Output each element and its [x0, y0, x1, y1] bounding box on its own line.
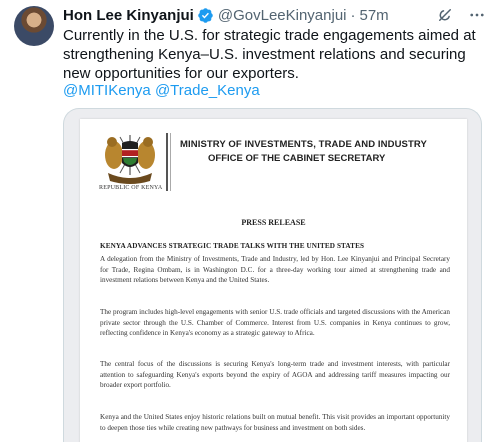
press-paragraph: The program includes high-level engageme…: [100, 308, 450, 337]
author-handle[interactable]: @GovLeeKinyanjui: [218, 7, 347, 24]
avatar[interactable]: [14, 6, 54, 46]
ministry-title: MINISTRY OF INVESTMENTS, TRADE AND INDUS…: [180, 139, 427, 150]
press-release-label: PRESS RELEASE: [241, 218, 306, 227]
verified-badge-icon: [197, 7, 214, 24]
tweet-mentions: @MITIKenya @Trade_Kenya: [63, 81, 260, 100]
press-paragraph: A delegation from the Ministry of Invest…: [100, 255, 450, 284]
mention-link[interactable]: @MITIKenya: [63, 82, 151, 99]
header-actions: [436, 4, 486, 26]
tweet-media[interactable]: REPUBLIC OF KENYA MINISTRY OF INVESTMENT…: [63, 108, 482, 442]
author-name[interactable]: Hon Lee Kinyanjui: [63, 7, 194, 24]
tweet-header: Hon Lee Kinyanjui @GovLeeKinyanjui · 57m: [63, 4, 486, 26]
more-icon[interactable]: [468, 6, 486, 24]
kenya-coat-of-arms-icon: [100, 131, 160, 189]
divider: [166, 133, 168, 191]
tweet-text: Currently in the U.S. for strategic trad…: [63, 27, 476, 82]
press-headline: KENYA ADVANCES STRATEGIC TRADE TALKS WIT…: [100, 242, 365, 250]
divider: [170, 133, 171, 191]
office-title: OFFICE OF THE CABINET SECRETARY: [208, 153, 386, 164]
grok-icon[interactable]: [436, 6, 454, 24]
tweet-timestamp[interactable]: 57m: [360, 7, 389, 24]
mention-link[interactable]: @Trade_Kenya: [155, 82, 260, 99]
press-release-document: REPUBLIC OF KENYA MINISTRY OF INVESTMENT…: [80, 119, 467, 442]
separator-dot: ·: [350, 6, 356, 24]
press-paragraph: The central focus of the discussions is …: [100, 360, 450, 389]
tweet: Hon Lee Kinyanjui @GovLeeKinyanjui · 57m: [0, 0, 500, 442]
press-paragraph: Kenya and the United States enjoy histor…: [100, 413, 450, 432]
emblem-caption: REPUBLIC OF KENYA: [99, 185, 163, 191]
